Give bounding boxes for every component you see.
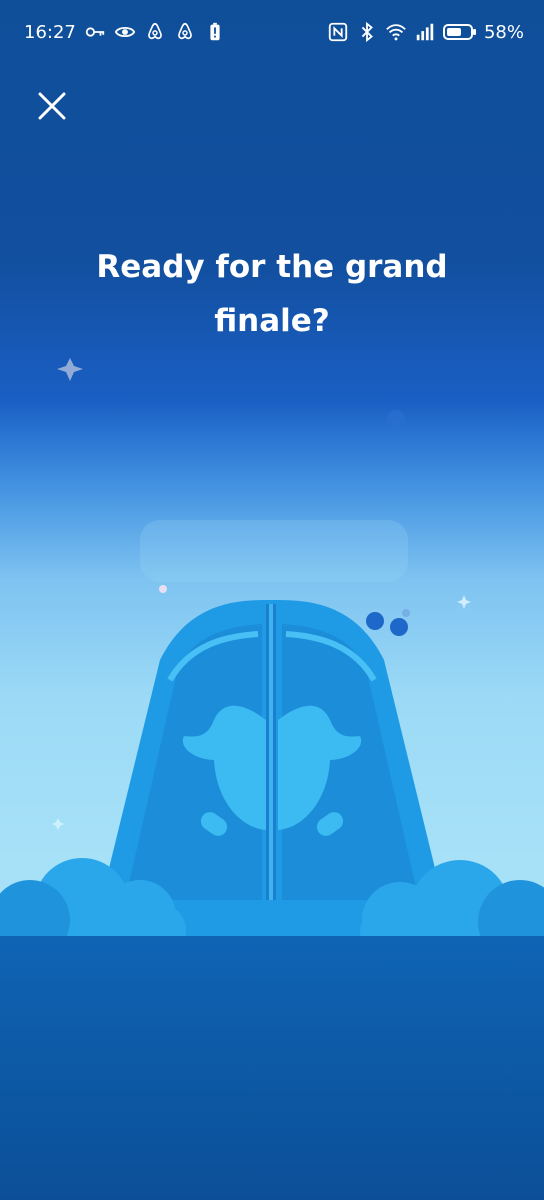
decor-dot	[387, 410, 405, 428]
decor-dot	[366, 612, 384, 630]
sparkle-icon	[52, 818, 64, 830]
airbnb-icon	[174, 21, 196, 43]
ground	[0, 936, 544, 1200]
battery-alert-icon	[204, 21, 226, 43]
decor-dot	[390, 618, 408, 636]
nfc-icon	[327, 21, 349, 43]
wifi-icon	[385, 21, 407, 43]
signal-icon	[414, 21, 436, 43]
decor-dot	[159, 585, 167, 593]
status-left: 16:27	[24, 20, 226, 44]
grand-finale-illustration	[0, 340, 544, 940]
title-line-2: finale?	[214, 303, 330, 339]
door-scene	[0, 358, 544, 940]
status-time: 16:27	[24, 21, 76, 43]
battery-icon	[442, 21, 477, 43]
close-button[interactable]	[34, 88, 70, 124]
sparkle-icon	[457, 595, 471, 609]
airbnb-icon	[144, 21, 166, 43]
bluetooth-icon	[356, 21, 378, 43]
title-line-1: Ready for the grand	[96, 249, 448, 285]
status-bar: 16:27 58%	[0, 0, 544, 64]
screen: 16:27 58% Ready for the grand finale?	[0, 0, 544, 1200]
sparkle-icon	[57, 358, 83, 381]
page-title: Ready for the grand finale?	[60, 240, 484, 348]
status-right: 58%	[327, 20, 524, 44]
eye-icon	[114, 21, 136, 43]
close-icon	[38, 92, 66, 120]
decor-dot	[402, 609, 410, 617]
key-icon	[84, 21, 106, 43]
battery-percent: 58%	[483, 21, 524, 43]
